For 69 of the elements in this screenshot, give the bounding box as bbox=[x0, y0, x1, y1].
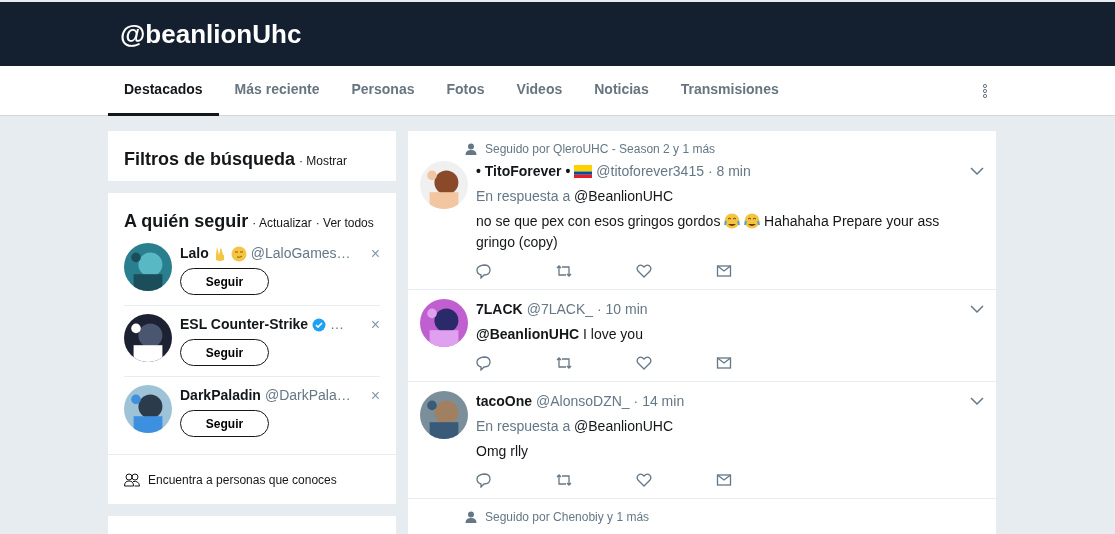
page-title: @beanlionUhc bbox=[120, 17, 302, 51]
tweet-text: gringo (copy) bbox=[476, 234, 558, 250]
follow-button[interactable]: Seguir bbox=[180, 268, 269, 295]
tweet-time[interactable]: · 8 min bbox=[707, 161, 751, 182]
caret-icon[interactable] bbox=[970, 305, 984, 314]
dismiss-button[interactable]: × bbox=[370, 387, 380, 404]
tab[interactable]: Más reciente bbox=[218, 66, 336, 116]
author-handle[interactable]: @7LACK_ bbox=[526, 299, 594, 320]
show-link[interactable]: · Mostrar bbox=[299, 152, 348, 170]
author-handle[interactable]: @AlonsoDZN_ bbox=[536, 391, 630, 412]
follow-button[interactable]: Seguir bbox=[180, 339, 269, 366]
caret-icon[interactable] bbox=[970, 167, 984, 176]
retweet-icon[interactable] bbox=[556, 263, 572, 279]
retweet-icon[interactable] bbox=[556, 355, 572, 371]
laughing-face-icon bbox=[724, 213, 741, 229]
user-handle[interactable]: … bbox=[330, 314, 345, 335]
tweet-text: Omg rlly bbox=[476, 443, 529, 459]
tweet-text: Hahahaha Prepare your ass bbox=[764, 213, 940, 229]
reply-icon[interactable] bbox=[476, 263, 492, 279]
heart-icon[interactable] bbox=[636, 355, 652, 371]
tab[interactable]: Fotos bbox=[430, 66, 501, 116]
reply-label: En respuesta a bbox=[476, 188, 571, 204]
people-icon bbox=[124, 472, 140, 487]
person-icon bbox=[465, 143, 477, 155]
reply-mention[interactable]: @BeanlionUHC bbox=[574, 188, 674, 204]
user-handle[interactable]: @LaloGames… bbox=[250, 243, 351, 264]
author-name[interactable]: • TitoForever • bbox=[476, 161, 571, 182]
reply-icon[interactable] bbox=[476, 472, 492, 488]
flag-icon bbox=[574, 165, 593, 178]
more-icon[interactable] bbox=[982, 82, 988, 99]
person-icon bbox=[465, 511, 477, 523]
reply-mention[interactable]: @BeanlionUHC bbox=[574, 418, 674, 434]
tab[interactable]: Transmisiones bbox=[664, 66, 795, 116]
panel-title: Filtros de búsqueda bbox=[124, 148, 296, 171]
user-handle[interactable]: @DarkPala… bbox=[264, 385, 351, 406]
user-name[interactable]: DarkPaladin bbox=[180, 385, 261, 406]
author-handle[interactable]: @titoforever3415 bbox=[596, 161, 704, 182]
tab[interactable]: Videos bbox=[500, 66, 579, 116]
laughing-face-icon bbox=[744, 213, 761, 229]
tweet-text: @BeanlionUHC I love you bbox=[476, 326, 643, 342]
user-name[interactable]: ESL Counter-Strike bbox=[180, 314, 309, 335]
find-people-link[interactable]: Encuentra a personas que conoces bbox=[148, 470, 337, 489]
heart-icon[interactable] bbox=[636, 263, 652, 279]
follow-context: Seguido por Chenobiy y 1 más bbox=[485, 509, 650, 526]
dismiss-button[interactable]: × bbox=[370, 316, 380, 333]
user-name[interactable]: Lalo bbox=[180, 243, 209, 264]
envelope-icon[interactable] bbox=[716, 472, 732, 488]
caret-icon[interactable] bbox=[970, 397, 984, 406]
tweet-time[interactable]: · 14 min bbox=[633, 391, 685, 412]
tab[interactable]: Destacados bbox=[108, 66, 219, 116]
envelope-icon[interactable] bbox=[716, 263, 732, 279]
panel-link[interactable]: · Ver todos bbox=[315, 214, 374, 232]
author-name[interactable]: tacoOne bbox=[476, 391, 532, 412]
smirk-face-icon bbox=[230, 245, 247, 262]
author-name[interactable]: 7LACK bbox=[476, 299, 523, 320]
reply-icon[interactable] bbox=[476, 355, 492, 371]
tab[interactable]: Noticias bbox=[578, 66, 665, 116]
tweet-time[interactable]: · 10 min bbox=[597, 299, 648, 320]
envelope-icon[interactable] bbox=[716, 355, 732, 371]
follow-button[interactable]: Seguir bbox=[180, 410, 269, 437]
heart-icon[interactable] bbox=[636, 472, 652, 488]
dismiss-button[interactable]: × bbox=[370, 245, 380, 262]
tweet-text: no se que pex con esos gringos gordos bbox=[476, 213, 721, 229]
reply-label: En respuesta a bbox=[476, 418, 571, 434]
panel-link[interactable]: · Actualizar bbox=[252, 214, 312, 232]
panel-title: A quién seguir bbox=[124, 210, 249, 233]
follow-context: Seguido por QleroUHC - Season 2 y 1 más bbox=[485, 141, 716, 158]
retweet-icon[interactable] bbox=[556, 472, 572, 488]
tab[interactable]: Personas bbox=[335, 66, 431, 116]
